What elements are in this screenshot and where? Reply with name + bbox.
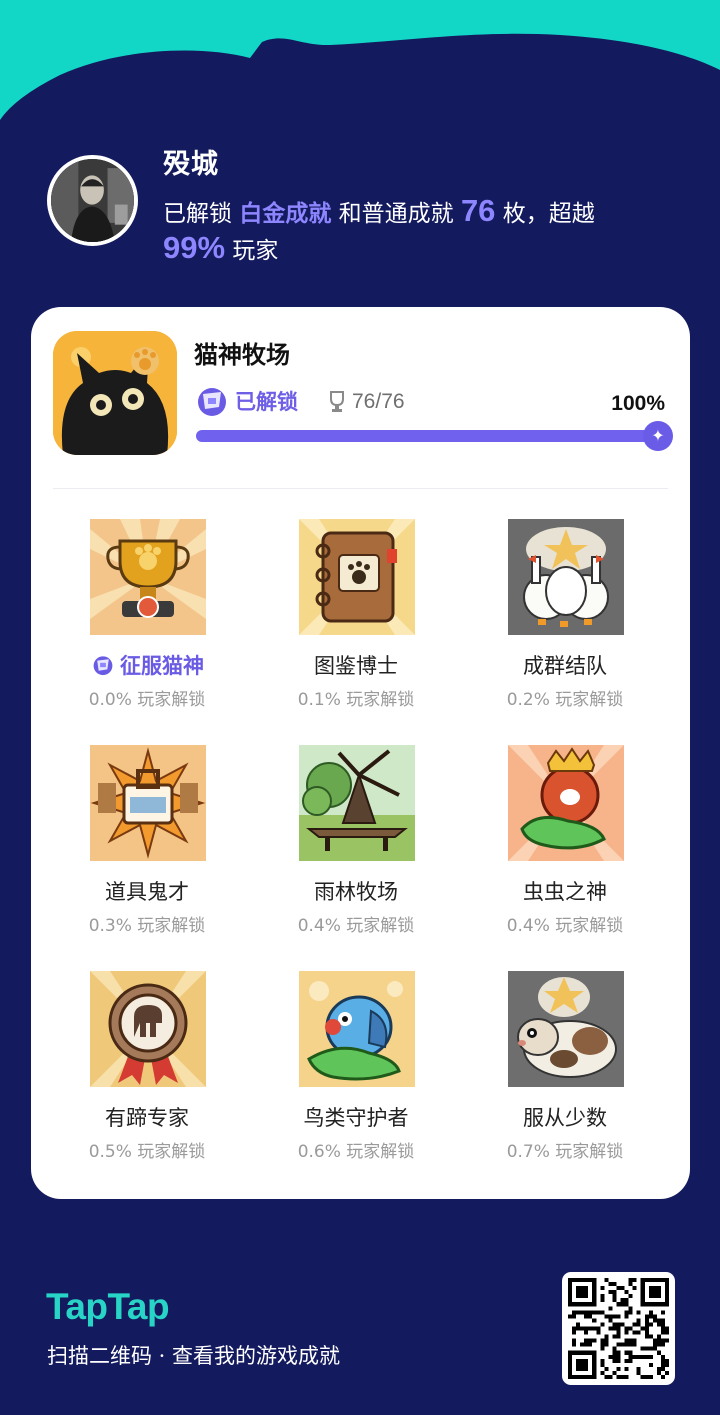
achievement-unlock-rate: 0.4% 玩家解锁 bbox=[297, 916, 415, 936]
platinum-label: 白金成就 bbox=[239, 201, 332, 227]
progress-fill bbox=[196, 430, 658, 442]
game-icon[interactable] bbox=[53, 331, 177, 455]
achievement-item[interactable]: 成群结队 0.2% 玩家解锁 bbox=[460, 519, 670, 719]
surpass-percent: 99% bbox=[163, 230, 226, 265]
achievement-name: 服从少数 bbox=[523, 1106, 607, 1130]
guinea-pig-icon bbox=[508, 971, 624, 1087]
achievement-unlock-rate: 0.4% 玩家解锁 bbox=[506, 916, 624, 936]
tool-crate-burst-icon bbox=[90, 745, 206, 861]
achievement-item[interactable]: 虫虫之神 0.4% 玩家解锁 bbox=[460, 745, 670, 945]
parrot-hand-icon bbox=[299, 971, 415, 1087]
achievement-item[interactable]: 道具鬼才 0.3% 玩家解锁 bbox=[42, 745, 252, 945]
user-name: 殁城 bbox=[163, 149, 219, 180]
achievement-name: 道具鬼才 bbox=[105, 880, 189, 904]
game-title: 猫神牧场 bbox=[194, 340, 290, 369]
achievement-name: 征服猫神 bbox=[42, 650, 252, 680]
goose-flock-icon bbox=[508, 519, 624, 635]
sparkle-icon: ✦ bbox=[643, 421, 673, 451]
achievement-name: 成群结队 bbox=[523, 654, 607, 678]
achievement-count: 76 bbox=[460, 193, 496, 228]
trophy-icon bbox=[330, 391, 344, 412]
achievement-unlock-rate: 0.6% 玩家解锁 bbox=[297, 1142, 415, 1162]
hoof-medal-icon bbox=[90, 971, 206, 1087]
achievement-name: 虫虫之神 bbox=[523, 880, 607, 904]
paw-notebook-icon bbox=[299, 519, 415, 635]
achievement-name: 鸟类守护者 bbox=[303, 1106, 409, 1130]
unlocked-count: 76/76 bbox=[352, 390, 405, 413]
platinum-trophy-icon bbox=[93, 656, 113, 676]
achievement-unlock-rate: 0.5% 玩家解锁 bbox=[88, 1142, 206, 1162]
rainforest-windmill-icon bbox=[299, 745, 415, 861]
game-achievement-card: 猫神牧场 已解锁 76/76 100% ✦ 征服猫神 0.0% 玩家解锁 图鉴博士 0… bbox=[31, 307, 690, 1199]
achievement-unlock-rate: 0.2% 玩家解锁 bbox=[506, 690, 624, 710]
achievement-unlock-rate: 0.1% 玩家解锁 bbox=[297, 690, 415, 710]
scan-instruction: 扫描二维码 · 查看我的游戏成就 bbox=[47, 1344, 341, 1368]
golden-paw-trophy-icon bbox=[90, 519, 206, 635]
achievement-summary-line-1: 已解锁 白金成就 和普通成就 76 枚，超越 bbox=[163, 193, 595, 228]
achievement-item[interactable]: 鸟类守护者 0.6% 玩家解锁 bbox=[251, 971, 461, 1171]
achievement-item[interactable]: 服从少数 0.7% 玩家解锁 bbox=[460, 971, 670, 1171]
achievement-name: 雨林牧场 bbox=[314, 880, 398, 904]
user-avatar[interactable] bbox=[47, 155, 138, 246]
platinum-unlocked-badge: 已解锁 bbox=[194, 385, 298, 417]
achievement-unlock-rate: 0.0% 玩家解锁 bbox=[88, 690, 206, 710]
completion-percent: 100% bbox=[611, 392, 665, 415]
achievement-name: 有蹄专家 bbox=[105, 1106, 189, 1130]
achievement-summary-line-2: 99% 玩家 bbox=[163, 230, 279, 265]
achievement-count-group: 76/76 bbox=[328, 390, 405, 414]
taptap-logo: TapTap bbox=[46, 1286, 170, 1327]
achievement-item[interactable]: 征服猫神 0.0% 玩家解锁 bbox=[42, 519, 252, 719]
achievement-item[interactable]: 图鉴博士 0.1% 玩家解锁 bbox=[251, 519, 461, 719]
platinum-trophy-icon bbox=[198, 388, 226, 416]
card-divider bbox=[53, 488, 668, 489]
achievement-unlock-rate: 0.7% 玩家解锁 bbox=[506, 1142, 624, 1162]
top-wave-decoration bbox=[0, 0, 720, 120]
qr-code[interactable] bbox=[562, 1272, 675, 1385]
achievement-item[interactable]: 雨林牧场 0.4% 玩家解锁 bbox=[251, 745, 461, 945]
crowned-bug-hand-icon bbox=[508, 745, 624, 861]
achievement-item[interactable]: 有蹄专家 0.5% 玩家解锁 bbox=[42, 971, 252, 1171]
achievement-unlock-rate: 0.3% 玩家解锁 bbox=[88, 916, 206, 936]
progress-bar: ✦ bbox=[196, 421, 673, 451]
achievement-name: 图鉴博士 bbox=[314, 654, 398, 678]
